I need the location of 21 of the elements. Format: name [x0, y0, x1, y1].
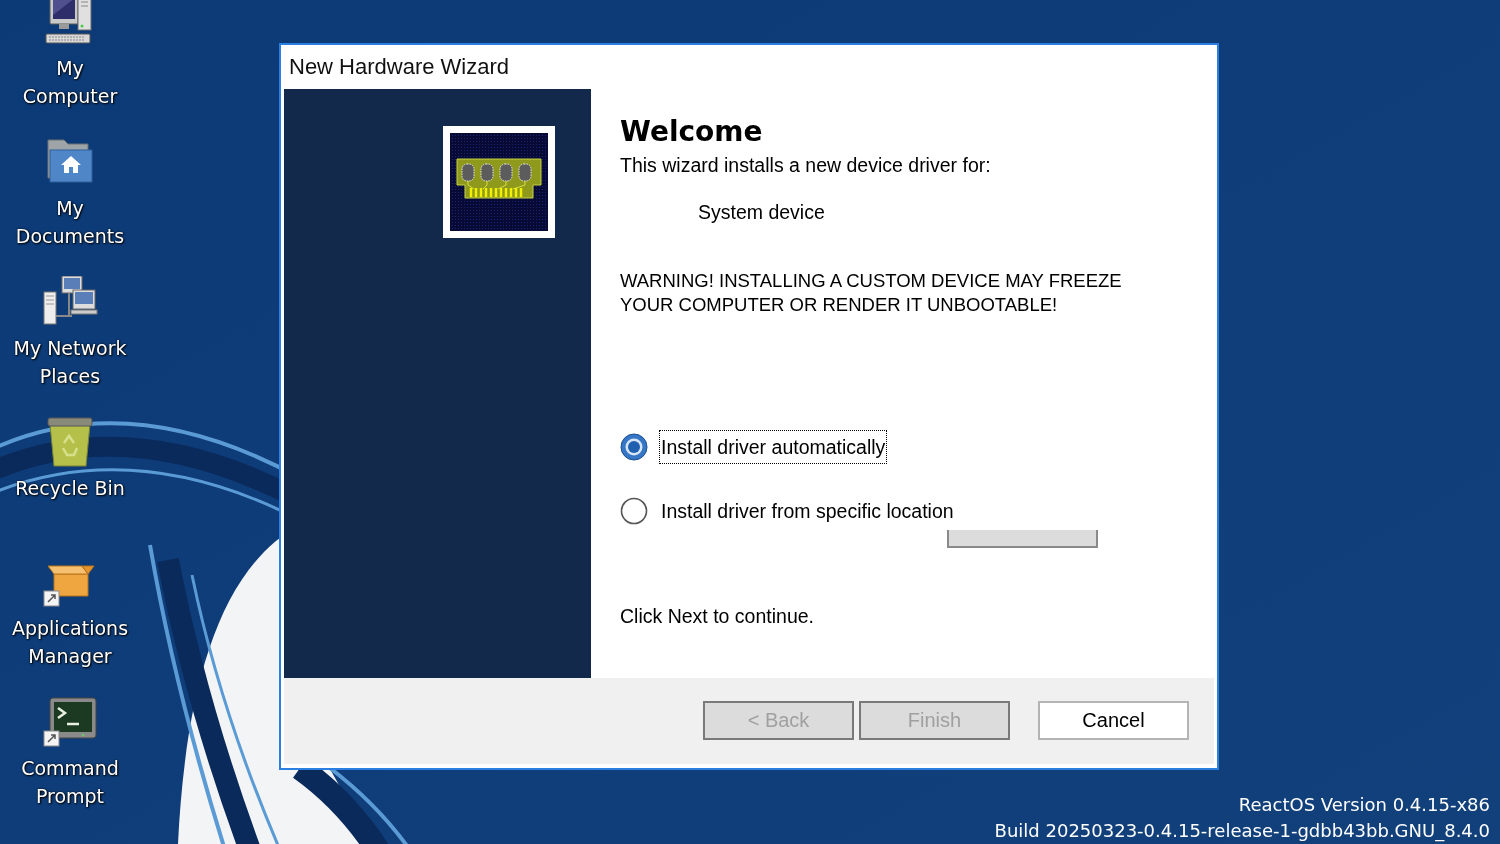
wizard-heading: Welcome	[620, 115, 763, 149]
terminal-icon[interactable]	[42, 696, 98, 748]
icon-label[interactable]: My Network Places	[9, 334, 131, 390]
radio-option[interactable]: Install driver from specific location	[620, 493, 956, 529]
intro-text: This wizard installs a new device driver for:	[620, 153, 991, 177]
wizard-button[interactable]: Cancel	[1038, 701, 1189, 740]
window-title: New Hardware Wizard	[289, 53, 510, 81]
warning-text: WARNING! INSTALLING A CUSTOM DEVICE MAY FREEZE YOUR COMPUTER OR RENDER IT UNBOOTABLE!	[620, 269, 1123, 317]
icon-label[interactable]: My Documents	[9, 194, 131, 250]
radio-icon[interactable]	[620, 433, 648, 461]
version-text: ReactOS Version 0.4.15-x86	[1238, 793, 1490, 817]
hint-text: Click Next to continue.	[620, 604, 814, 628]
circuit-board-icon	[443, 126, 555, 238]
icon-label[interactable]: Command Prompt	[9, 754, 131, 810]
network-computers-icon[interactable]	[42, 276, 98, 328]
icon-label[interactable]: My Computer	[9, 54, 131, 110]
radio-icon[interactable]	[620, 497, 648, 525]
version-text: Build 20250323-0.4.15-release-1-gdbb43bb.GNU_8.4.0	[994, 819, 1490, 844]
icon-label[interactable]: Applications Manager	[9, 614, 131, 670]
icon-label[interactable]: Recycle Bin	[15, 474, 125, 502]
device-name: System device	[698, 200, 825, 224]
